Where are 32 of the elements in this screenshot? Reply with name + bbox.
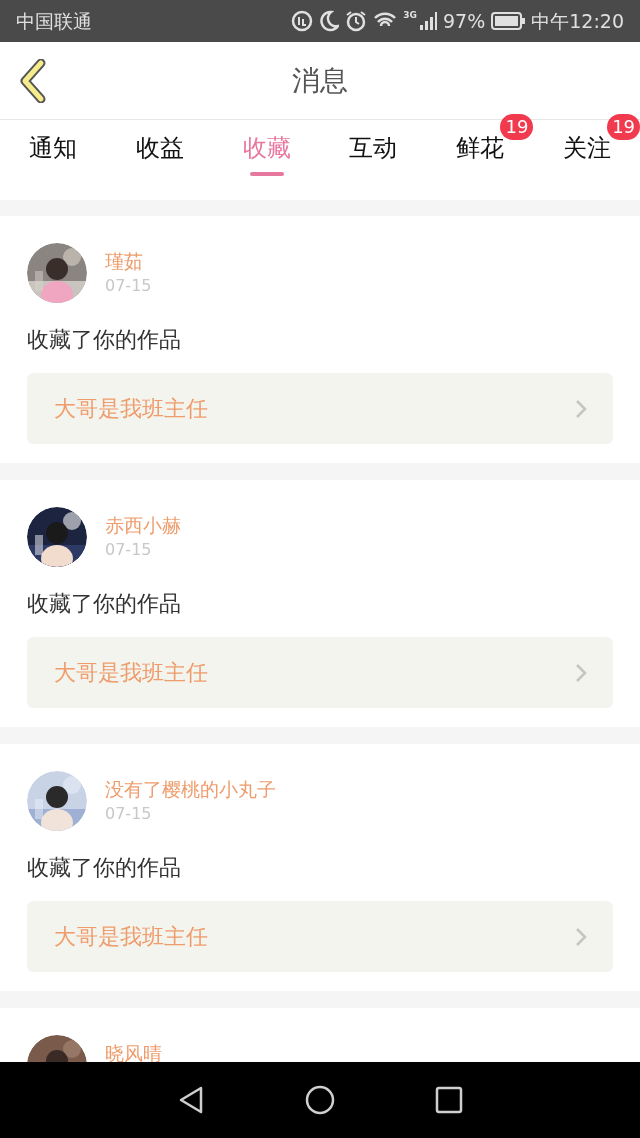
message-text: 收藏了你的作品 [27, 854, 182, 882]
tab[interactable]: 收益 [106, 120, 214, 200]
alarm-icon [345, 10, 368, 32]
clock-time: 中午12:20 [531, 8, 624, 34]
recent-apps-icon[interactable] [435, 1086, 463, 1114]
battery-icon [491, 12, 526, 30]
signal-icon [419, 11, 437, 31]
count-badge: 19 [607, 114, 640, 140]
moon-icon [319, 10, 340, 32]
message-text: 收藏了你的作品 [27, 326, 182, 354]
home-icon[interactable] [305, 1085, 335, 1115]
count-badge: 19 [500, 114, 534, 140]
chevron-right-icon [575, 398, 587, 419]
chevron-right-icon [575, 926, 587, 947]
back-icon[interactable] [177, 1085, 205, 1115]
carrier-name: 中国联通 [16, 8, 92, 34]
battery-percent: 97% [443, 8, 486, 34]
message-text: 收藏了你的作品 [27, 590, 182, 618]
tab[interactable]: 通知 [0, 120, 107, 200]
user-name[interactable]: 没有了樱桃的小丸子 [105, 777, 276, 801]
work-link[interactable]: 大哥是我班主任 [27, 901, 613, 972]
work-link[interactable]: 大哥是我班主任 [27, 373, 613, 444]
data-saver-icon [291, 10, 314, 32]
user-name[interactable]: 瑾茹 [105, 249, 152, 273]
user-name[interactable]: 赤西小赫 [105, 513, 181, 537]
chevron-right-icon [575, 662, 587, 683]
tab[interactable]: 互动 [320, 120, 427, 200]
network-type: 3G [403, 8, 417, 22]
page-title: 消息 [292, 62, 348, 99]
tab[interactable]: 收藏 [213, 120, 320, 200]
user-name[interactable]: 晓风晴 [105, 1041, 162, 1062]
work-link[interactable]: 大哥是我班主任 [27, 637, 613, 708]
